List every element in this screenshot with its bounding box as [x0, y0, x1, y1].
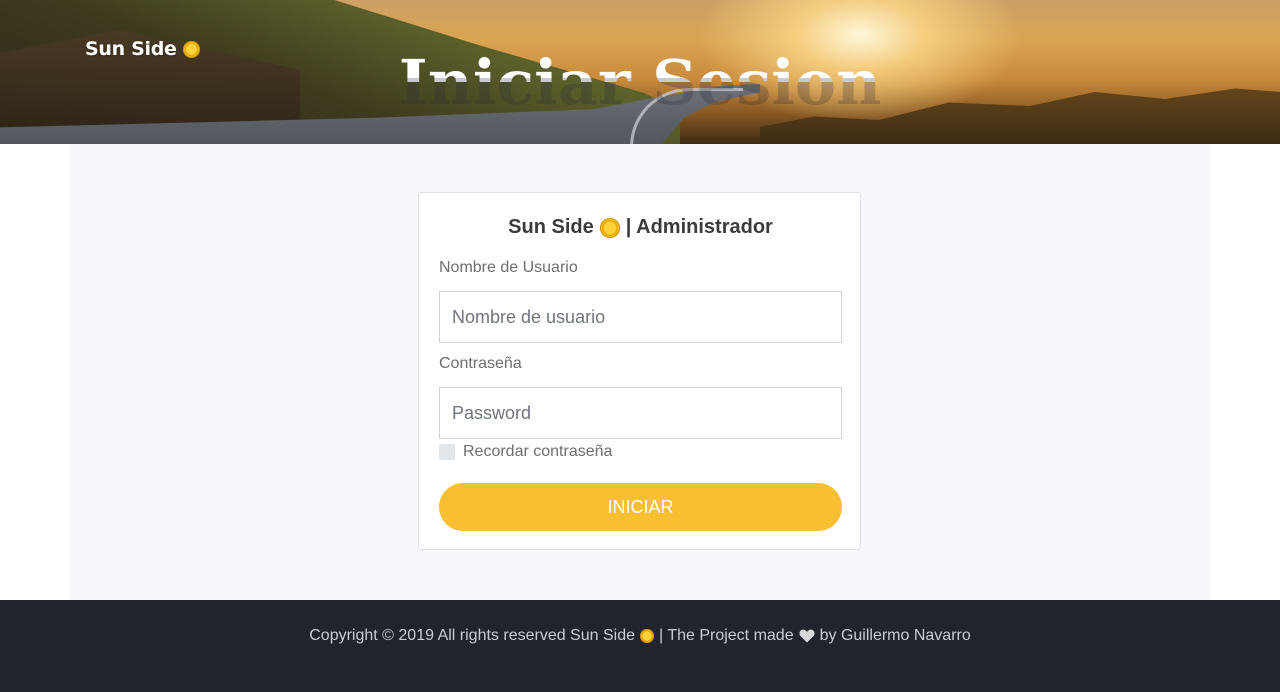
sun-icon: [599, 217, 620, 238]
login-card-title: Sun Side | Administrador: [419, 216, 862, 239]
login-card: Sun Side | Administrador Nombre de Usuar…: [418, 192, 861, 550]
hero-title: Iniciar Sesion: [0, 52, 1280, 82]
password-input[interactable]: [439, 387, 842, 439]
username-label: Nombre de Usuario: [439, 259, 578, 276]
heart-icon: [799, 629, 815, 643]
footer-copyright-suffix: by Guillermo Navarro: [819, 627, 971, 644]
page-footer: Copyright © 2019 All rights reserved Sun…: [0, 600, 1280, 692]
login-submit-button[interactable]: INICIAR: [439, 483, 842, 531]
hero-landscape-hills-right: [760, 88, 1280, 144]
footer-copyright: Copyright © 2019 All rights reserved Sun…: [0, 627, 1280, 645]
card-title-role: | Administrador: [625, 216, 773, 238]
footer-copyright-prefix: Copyright © 2019 All rights reserved Sun…: [309, 627, 635, 644]
remember-password-label[interactable]: Recordar contraseña: [463, 443, 612, 461]
card-title-brand: Sun Side: [508, 216, 594, 238]
footer-copyright-middle: | The Project made: [659, 627, 794, 644]
username-input[interactable]: [439, 291, 842, 343]
remember-password-checkbox[interactable]: [439, 444, 455, 460]
remember-password-row: Recordar contraseña: [439, 443, 612, 461]
sun-icon: [640, 629, 654, 643]
hero-banner: Sun Side Iniciar Sesion Iniciar Sesion: [0, 0, 1280, 144]
password-label: Contraseña: [439, 355, 522, 372]
